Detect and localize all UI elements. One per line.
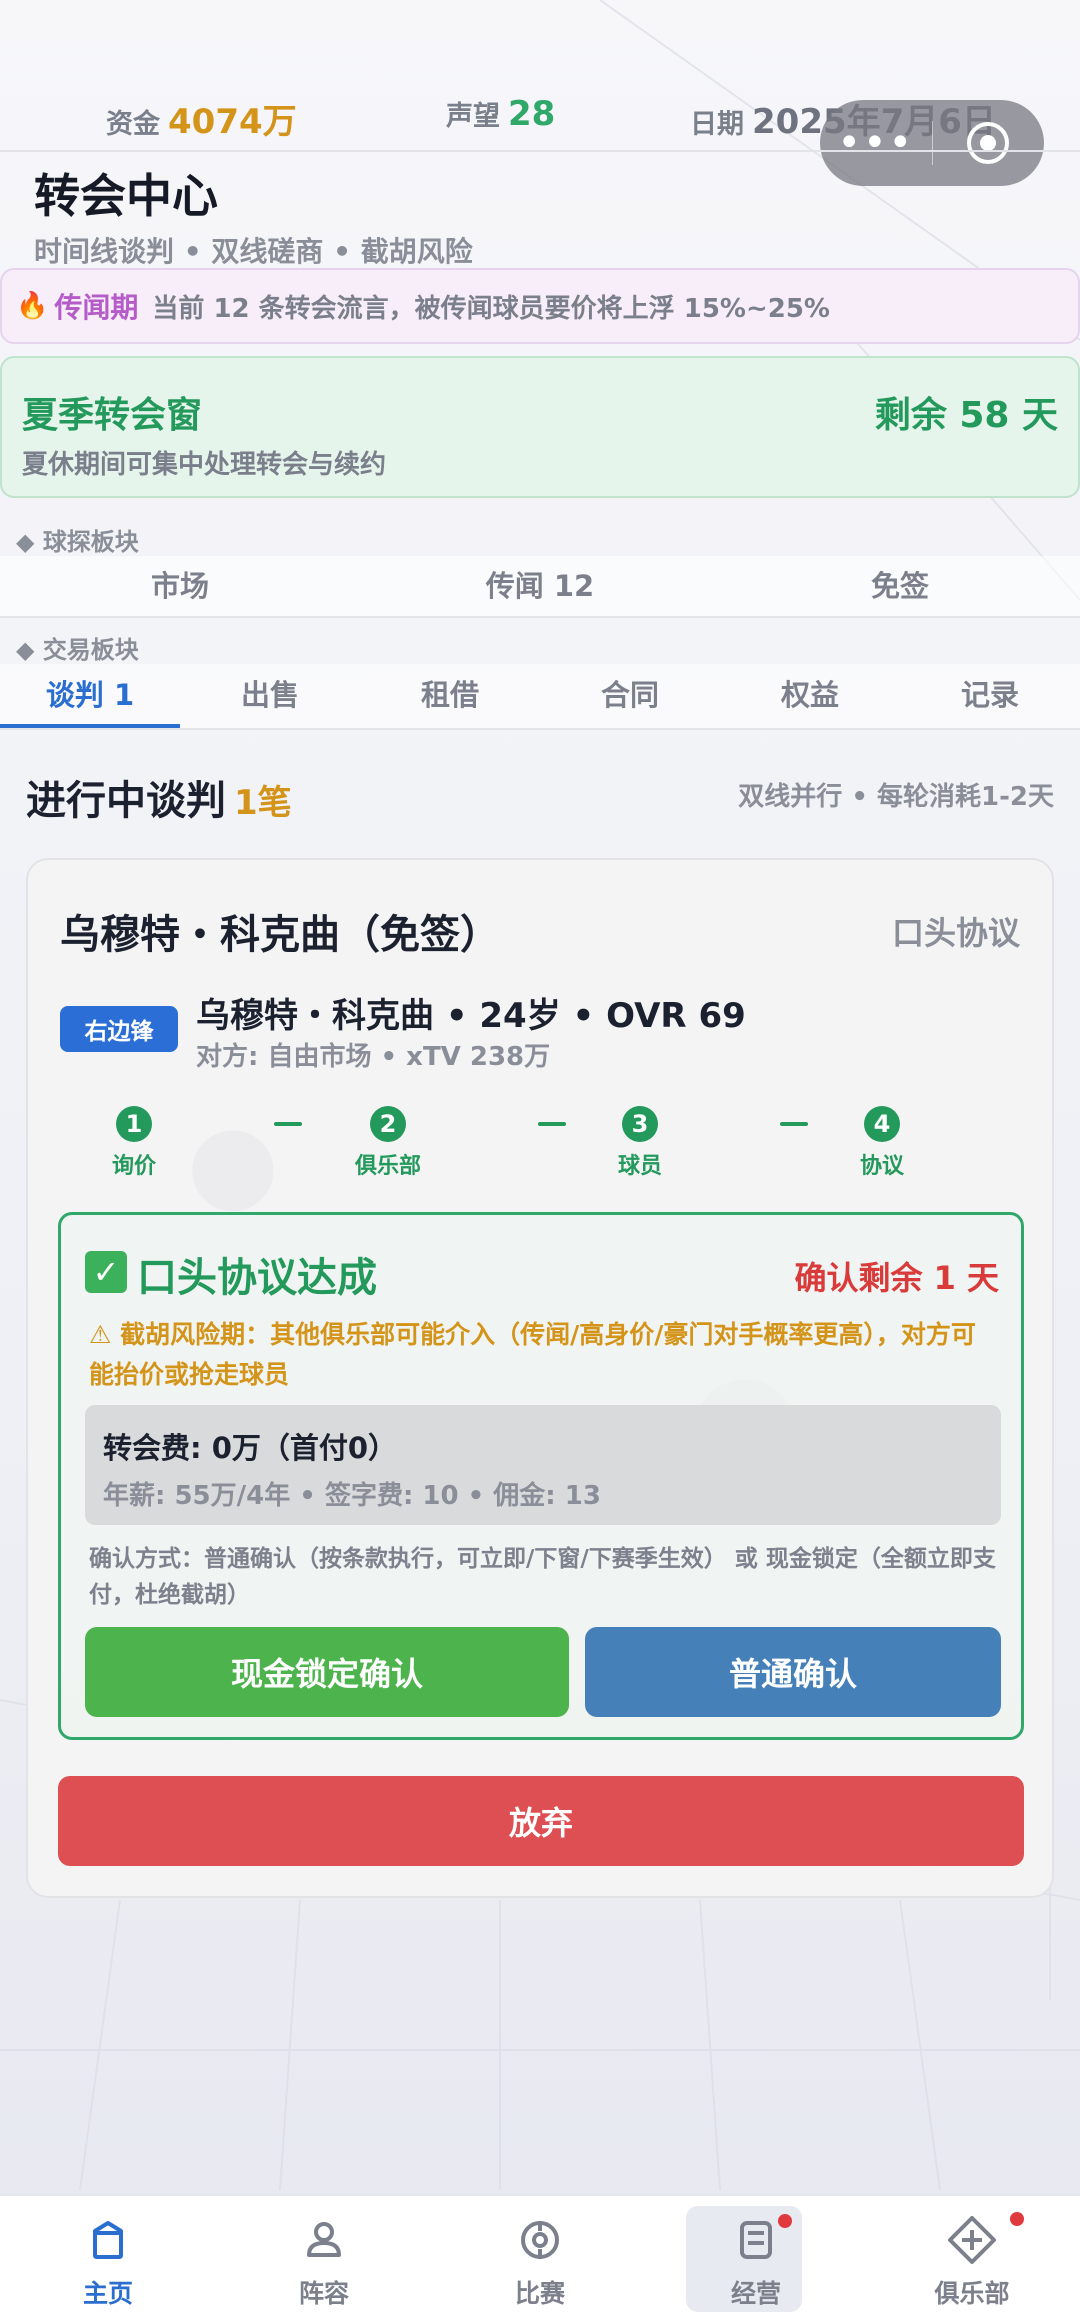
- step-connector: [274, 1122, 302, 1126]
- player-meta: 对方: 自由市场 • xTV 238万: [196, 1042, 551, 1072]
- mini-program-capsule: •••: [820, 100, 1044, 186]
- scout-tabs: 市场 传闻 12 免签: [0, 556, 1080, 616]
- rumor-tag: 传闻期: [54, 291, 139, 324]
- step-label: 协议: [859, 1154, 904, 1179]
- tab-rumors[interactable]: 传闻 12: [360, 556, 720, 616]
- nav-lineup[interactable]: 阵容: [216, 2196, 432, 2316]
- tab-contract[interactable]: 合同: [540, 664, 720, 728]
- scout-section-label: ◆ 球探板块: [16, 528, 139, 556]
- cash-lock-confirm-button[interactable]: 现金锁定确认: [85, 1627, 569, 1717]
- tab-records[interactable]: 记录: [900, 664, 1080, 728]
- transfer-window-card: 夏季转会窗 剩余 58 天 夏休期间可集中处理转会与续约: [0, 356, 1080, 498]
- tab-loan[interactable]: 租借: [360, 664, 540, 728]
- nav-label: 主页: [82, 2279, 133, 2308]
- tab-market[interactable]: 市场: [0, 556, 360, 616]
- money-value: 4074万: [168, 102, 297, 142]
- fee-box: 转会费: 0万（首付0） 年薪: 55万/4年 • 签字费: 10 • 佣金: …: [85, 1405, 1001, 1525]
- nav-manage[interactable]: 经营: [648, 2196, 864, 2316]
- step-inquiry: 1 询价: [74, 1106, 194, 1180]
- match-icon: [514, 2214, 566, 2266]
- tab-free-agents[interactable]: 免签: [720, 556, 1080, 616]
- reputation-value: 28: [508, 94, 556, 134]
- reputation-label: 声望: [446, 101, 500, 132]
- step-number: 4: [864, 1106, 900, 1142]
- step-player: 3 球员: [580, 1106, 700, 1180]
- step-agreement: 4 协议: [822, 1106, 942, 1180]
- nav-label: 阵容: [298, 2279, 349, 2308]
- poach-risk-warning: ⚠ 截胡风险期：其他俱乐部可能介入（传闻/高身价/豪门对手概率更高），对方可能抬…: [89, 1320, 976, 1389]
- tab-negotiation[interactable]: 谈判 1: [0, 664, 180, 728]
- tab-sell[interactable]: 出售: [180, 664, 360, 728]
- header-divider: [0, 150, 1080, 152]
- step-number: 3: [622, 1106, 658, 1142]
- abandon-button[interactable]: 放弃: [58, 1776, 1024, 1866]
- home-icon: [82, 2214, 134, 2266]
- nav-label: 比赛: [514, 2279, 565, 2308]
- bottom-nav: 主页 阵容 比赛 经营 俱乐部: [0, 2194, 1080, 2316]
- negotiation-hint: 双线并行 • 每轮消耗1-2天: [738, 782, 1054, 812]
- money-stat: 资金 4074万: [106, 94, 297, 143]
- page-subtitle: 时间线谈判 • 双线磋商 • 截胡风险: [34, 235, 473, 268]
- rumor-text: 当前 12 条转会流言，被传闻球员要价将上浮 15%~25%: [152, 293, 830, 324]
- step-label: 询价: [111, 1154, 156, 1179]
- nav-label: 俱乐部: [934, 2279, 1010, 2308]
- normal-confirm-button[interactable]: 普通确认: [585, 1627, 1001, 1717]
- confirm-remaining: 确认剩余 1 天: [794, 1259, 999, 1297]
- contract-terms: 年薪: 55万/4年 • 签字费: 10 • 佣金: 13: [103, 1481, 601, 1511]
- nav-club[interactable]: 俱乐部: [864, 2196, 1080, 2316]
- step-connector: [538, 1122, 566, 1126]
- position-badge: 右边锋: [60, 1006, 178, 1052]
- fire-icon: 🔥: [16, 291, 49, 321]
- step-number: 1: [116, 1106, 152, 1142]
- transfer-fee: 转会费: 0万（首付0）: [103, 1431, 398, 1465]
- notification-dot: [1010, 2212, 1024, 2226]
- step-label: 俱乐部: [354, 1154, 421, 1179]
- page-title: 转会中心: [34, 169, 218, 223]
- agreement-title: 口头协议达成: [137, 1255, 377, 1301]
- rumor-banner[interactable]: 🔥 传闻期 当前 12 条转会流言，被传闻球员要价将上浮 15%~25%: [0, 268, 1080, 344]
- negotiation-count: 1笔: [234, 783, 292, 823]
- nav-label: 经营: [730, 2279, 781, 2308]
- lineup-icon: [298, 2214, 350, 2266]
- more-dots-icon: •••: [837, 120, 915, 166]
- nav-home[interactable]: 主页: [0, 2196, 216, 2316]
- negotiation-title: 进行中谈判: [26, 778, 226, 824]
- more-button[interactable]: •••: [820, 100, 932, 186]
- negotiation-card: 乌穆特・科克曲（免签） 口头协议 右边锋 乌穆特・科克曲 • 24岁 • OVR…: [26, 858, 1054, 1898]
- date-label: 日期: [690, 109, 744, 140]
- verbal-agreement-panel: ✓ 口头协议达成 确认剩余 1 天 ⚠ 截胡风险期：其他俱乐部可能介入（传闻/高…: [58, 1212, 1024, 1740]
- step-connector: [780, 1122, 808, 1126]
- window-title: 夏季转会窗: [22, 395, 203, 436]
- scout-divider: [0, 616, 1080, 618]
- manage-icon: [730, 2214, 782, 2266]
- step-label: 球员: [617, 1154, 662, 1179]
- nav-match[interactable]: 比赛: [432, 2196, 648, 2316]
- trade-tabs: 谈判 1 出售 租借 合同 权益 记录: [0, 664, 1080, 728]
- player-line: 乌穆特・科克曲 • 24岁 • OVR 69: [196, 996, 746, 1036]
- step-number: 2: [370, 1106, 406, 1142]
- window-desc: 夏休期间可集中处理转会与续约: [22, 450, 387, 480]
- money-label: 资金: [106, 109, 160, 140]
- trade-divider: [0, 728, 1080, 730]
- negotiation-heading: 进行中谈判 1笔: [26, 768, 292, 826]
- checkmark-icon: ✓: [85, 1251, 127, 1293]
- step-club: 2 俱乐部: [328, 1106, 448, 1180]
- club-icon: [946, 2214, 998, 2266]
- confirm-method-note: 确认方式：普通确认（按条款执行，可立即/下窗/下赛季生效） 或 现金锁定（全额立…: [89, 1546, 996, 1608]
- trade-section-label: ◆ 交易板块: [16, 636, 139, 664]
- deal-status: 口头协议: [891, 914, 1020, 952]
- window-remaining: 剩余 58 天: [874, 395, 1058, 436]
- deal-title: 乌穆特・科克曲（免签）: [60, 912, 500, 958]
- close-button[interactable]: [933, 100, 1045, 186]
- target-close-icon: [967, 122, 1010, 164]
- tab-rights[interactable]: 权益: [720, 664, 900, 728]
- reputation-stat: 声望 28: [446, 94, 555, 134]
- notification-dot: [778, 2214, 792, 2228]
